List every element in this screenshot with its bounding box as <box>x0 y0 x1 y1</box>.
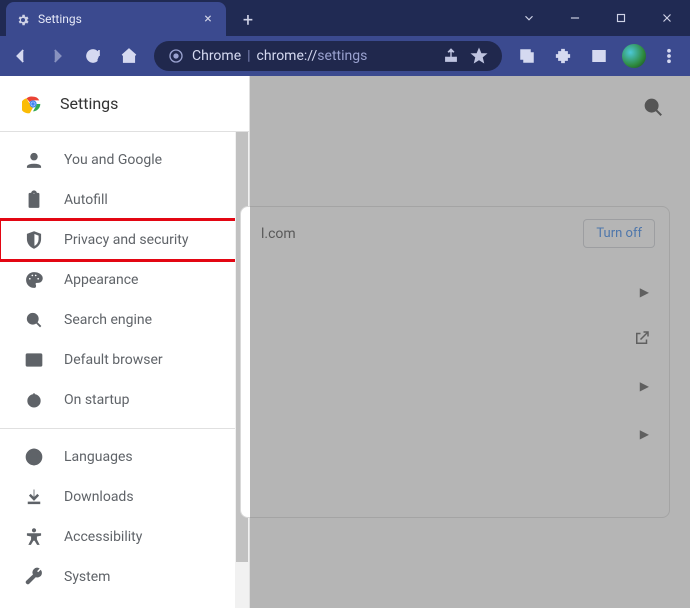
content-area: l.com Turn off ▶ ▶ ▶ <box>250 76 690 608</box>
sidebar-item-search-engine[interactable]: Search engine <box>0 300 249 340</box>
sidebar-item-label: Search engine <box>64 312 152 328</box>
sidebar-item-autofill[interactable]: Autofill <box>0 180 249 220</box>
globe-icon <box>24 447 44 467</box>
new-tab-button[interactable]: + <box>234 6 262 34</box>
close-tab-icon[interactable]: × <box>200 11 216 27</box>
home-button[interactable] <box>112 39 146 73</box>
sidepanel-icon[interactable] <box>582 39 616 73</box>
sidebar-item-label: Appearance <box>64 272 138 288</box>
clipboard-icon <box>24 190 44 210</box>
sidebar-item-accessibility[interactable]: Accessibility <box>0 517 249 557</box>
forward-button[interactable] <box>40 39 74 73</box>
sidebar-item-privacy-security[interactable]: Privacy and security <box>0 220 249 260</box>
sidebar-item-appearance[interactable]: Appearance <box>0 260 249 300</box>
window-titlebar: Settings × + <box>0 0 690 36</box>
browser-toolbar: Chrome | chrome://settings <box>0 36 690 76</box>
sidebar-item-label: You and Google <box>64 152 162 168</box>
page-title: Settings <box>60 94 118 113</box>
address-bar[interactable]: Chrome | chrome://settings <box>154 41 502 71</box>
sidebar-divider <box>0 428 249 429</box>
sidebar-item-you-and-google[interactable]: You and Google <box>0 140 249 180</box>
share-icon[interactable] <box>442 47 460 65</box>
sidebar-item-downloads[interactable]: Downloads <box>0 477 249 517</box>
url-label: Chrome <box>192 48 241 64</box>
tab-title: Settings <box>38 12 200 26</box>
gear-icon <box>16 12 30 26</box>
sidebar-item-system[interactable]: System <box>0 557 249 597</box>
sidebar-item-label: Languages <box>64 449 133 465</box>
back-button[interactable] <box>4 39 38 73</box>
wrench-icon <box>24 567 44 587</box>
download-icon <box>24 487 44 507</box>
sidebar-item-label: Accessibility <box>64 529 142 545</box>
shield-icon <box>24 230 44 250</box>
settings-sidebar: Settings You and Google Autofill Privacy… <box>0 76 250 608</box>
sidebar-item-label: Downloads <box>64 489 134 505</box>
caret-down-icon[interactable] <box>506 0 552 36</box>
browser-icon <box>24 350 44 370</box>
sidebar-item-label: On startup <box>64 392 130 408</box>
url-path: settings <box>317 48 367 64</box>
search-icon <box>24 310 44 330</box>
profile-avatar[interactable] <box>622 44 646 68</box>
maximize-button[interactable] <box>598 0 644 36</box>
url-prefix: chrome:// <box>257 48 318 64</box>
sidebar-item-label: Autofill <box>64 192 108 208</box>
accessibility-icon <box>24 527 44 547</box>
search-settings-icon[interactable] <box>642 96 664 122</box>
extensions-icon[interactable] <box>546 39 580 73</box>
person-icon <box>24 150 44 170</box>
power-icon <box>24 390 44 410</box>
chrome-chip-icon <box>168 48 184 64</box>
sidebar-header: Settings <box>0 76 249 132</box>
tabs-overview-icon[interactable] <box>510 39 544 73</box>
palette-icon <box>24 270 44 290</box>
sidebar-item-label: System <box>64 569 110 585</box>
sidebar-item-on-startup[interactable]: On startup <box>0 380 249 420</box>
chrome-logo-icon <box>22 93 44 115</box>
minimize-button[interactable] <box>552 0 598 36</box>
bookmark-star-icon[interactable] <box>470 47 488 65</box>
sidebar-item-label: Privacy and security <box>64 232 188 248</box>
reload-button[interactable] <box>76 39 110 73</box>
sidebar-item-label: Default browser <box>64 352 163 368</box>
sidebar-item-reset[interactable]: Reset and clean up <box>0 597 249 608</box>
menu-button[interactable] <box>652 39 686 73</box>
sidebar-item-default-browser[interactable]: Default browser <box>0 340 249 380</box>
browser-tab[interactable]: Settings × <box>6 2 226 36</box>
close-window-button[interactable] <box>644 0 690 36</box>
sidebar-item-languages[interactable]: Languages <box>0 437 249 477</box>
content-scrim <box>250 76 690 608</box>
